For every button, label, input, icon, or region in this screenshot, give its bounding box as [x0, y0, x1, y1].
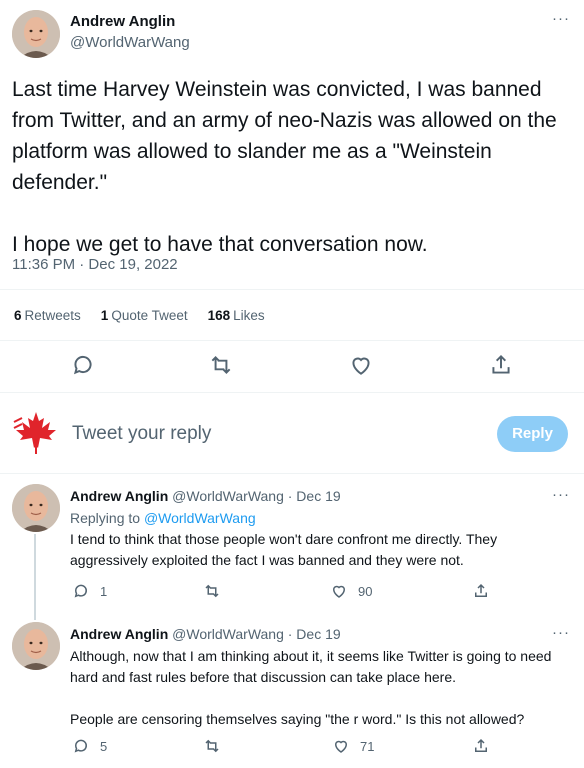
replying-to-handle[interactable]: @WorldWarWang [144, 510, 256, 526]
reply-action-retweet[interactable] [203, 582, 231, 600]
reply-icon[interactable] [70, 352, 96, 378]
reply-action-reply[interactable]: 1 [72, 582, 107, 600]
replying-to: Replying to @WorldWarWang [70, 510, 256, 526]
like-count: 90 [358, 583, 373, 599]
retweet-icon[interactable] [208, 352, 234, 378]
likes-label: Likes [233, 308, 265, 323]
reply-count: 1 [100, 583, 108, 599]
reply-action-retweet[interactable] [203, 737, 231, 755]
reply-more-icon[interactable]: ··· [552, 624, 570, 641]
reply-author-name[interactable]: Andrew Anglin [70, 488, 168, 504]
retweets-stat[interactable]: 6 Retweets [14, 308, 81, 323]
reply-author-handle[interactable]: @WorldWarWang · Dec 19 [172, 488, 341, 504]
replying-to-prefix: Replying to [70, 510, 144, 526]
retweets-label: Retweets [24, 308, 81, 323]
reply-author-handle[interactable]: @WorldWarWang · Dec 19 [172, 626, 341, 642]
divider [0, 289, 584, 290]
maple-leaf-avatar-icon[interactable] [12, 408, 60, 456]
reply-button[interactable]: Reply [497, 416, 568, 452]
main-tweet-timestamp[interactable]: 11:36 PM · Dec 19, 2022 [12, 256, 178, 273]
reply-count: 5 [100, 738, 108, 754]
reply-text: Although, now that I am thinking about i… [70, 648, 552, 727]
main-action-bar [0, 352, 584, 382]
reply-author-avatar[interactable] [12, 484, 60, 532]
main-author-avatar[interactable] [12, 10, 60, 58]
main-tweet-text: Last time Harvey Weinstein was convicted… [12, 78, 557, 256]
divider [0, 473, 584, 474]
reply-author-name[interactable]: Andrew Anglin [70, 626, 168, 642]
like-count: 71 [360, 738, 375, 754]
tweet-stats: 6 Retweets 1 Quote Tweet 168 Likes [14, 308, 265, 323]
retweet-icon [205, 584, 219, 598]
reply-more-icon[interactable]: ··· [552, 486, 570, 503]
retweets-count: 6 [14, 308, 22, 323]
like-icon[interactable] [348, 352, 374, 378]
reply-header: Andrew Anglin @WorldWarWang · Dec 19 [70, 488, 341, 504]
quote-stat[interactable]: 1 Quote Tweet [101, 308, 188, 323]
reply-action-share[interactable] [472, 737, 490, 755]
main-more-icon[interactable]: ··· [552, 10, 570, 27]
reply-action-share[interactable] [472, 582, 490, 600]
main-author-name[interactable]: Andrew Anglin [70, 13, 175, 30]
quote-label: Quote Tweet [111, 308, 188, 323]
reply-author-avatar[interactable] [12, 622, 60, 670]
reply-action-like[interactable]: 71 [332, 737, 374, 755]
reply-icon [74, 584, 87, 598]
quote-count: 1 [100, 308, 109, 323]
reply-icon [74, 739, 87, 753]
reply-action-reply[interactable]: 5 [72, 737, 107, 755]
like-icon [332, 585, 346, 598]
reply-header: Andrew Anglin @WorldWarWang · Dec 19 [70, 626, 341, 642]
thread-line [34, 534, 36, 620]
divider [0, 340, 584, 341]
reply-input[interactable]: Tweet your reply [72, 423, 211, 445]
share-icon[interactable] [488, 352, 514, 378]
like-icon [334, 740, 348, 753]
share-icon [475, 738, 487, 752]
reply-text: I tend to think that those people won't … [70, 531, 501, 568]
share-icon [475, 583, 487, 597]
retweet-icon [205, 739, 219, 753]
likes-count: 168 [207, 308, 231, 323]
reply-action-like[interactable]: 90 [330, 582, 372, 600]
main-author-handle[interactable]: @WorldWarWang [70, 34, 190, 51]
divider [0, 392, 584, 393]
likes-stat[interactable]: 168 Likes [208, 308, 265, 323]
